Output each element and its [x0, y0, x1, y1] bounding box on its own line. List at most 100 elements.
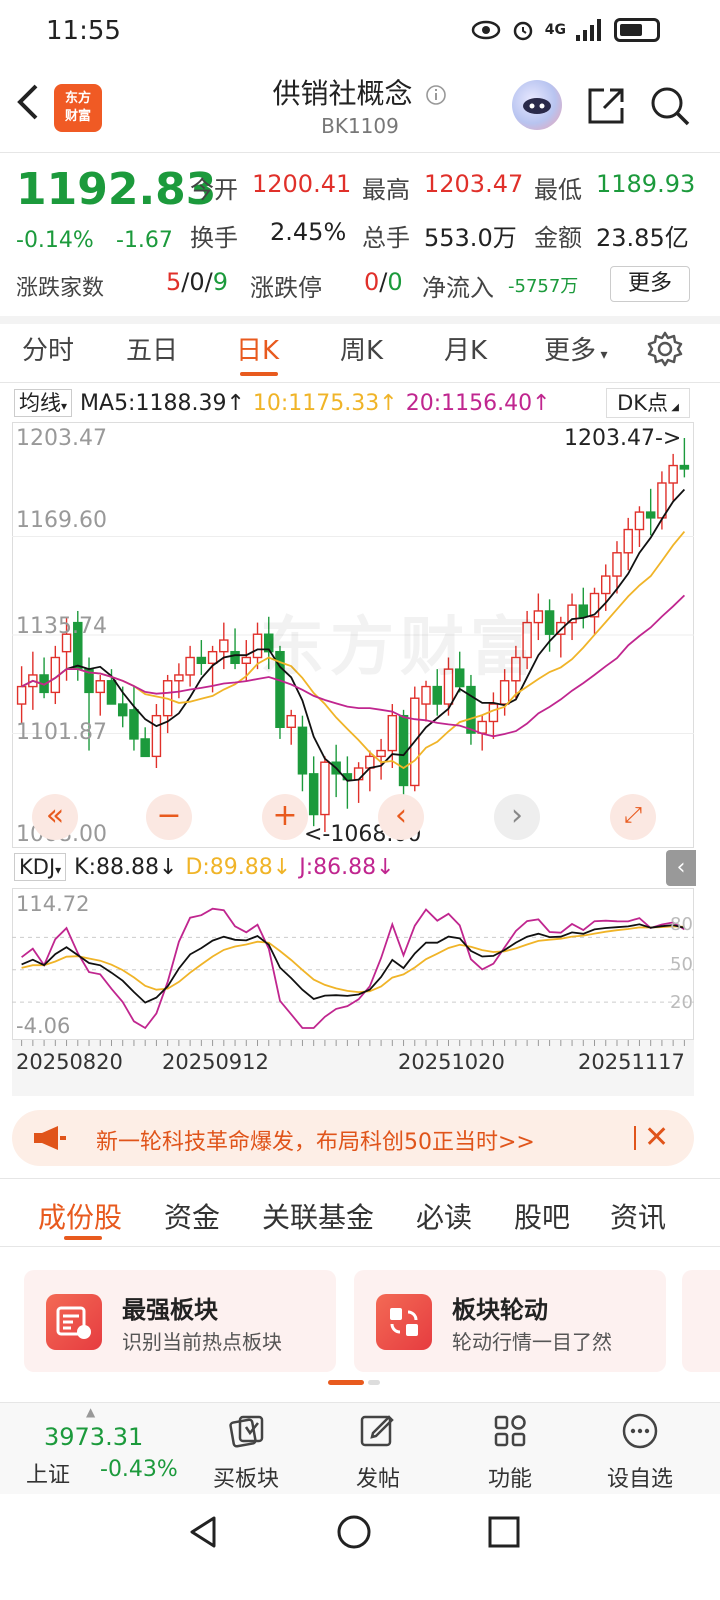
candle: [634, 511, 645, 531]
chevron-left-icon: ‹: [676, 855, 686, 880]
more-dots-icon: [622, 1413, 658, 1449]
candle: [578, 604, 589, 618]
system-nav-bar: [0, 1494, 720, 1600]
limit-values: 0/0: [364, 268, 403, 296]
candle: [219, 639, 229, 653]
kdj-chart[interactable]: [12, 888, 694, 1040]
change-amount: -1.67: [116, 228, 173, 253]
zoom-out-button[interactable]: −: [146, 794, 192, 840]
collapse-panel-button[interactable]: ‹: [666, 850, 696, 886]
kdj-selector[interactable]: KDJ▾: [14, 853, 67, 881]
candle: [308, 773, 319, 816]
candle: [185, 656, 195, 676]
candle: [376, 749, 386, 758]
add-watchlist-button[interactable]: 设自选: [590, 1411, 690, 1493]
back-button[interactable]: [12, 80, 52, 130]
nav-recents-icon[interactable]: [484, 1512, 524, 1552]
candle: [645, 511, 656, 519]
kdj-j-value: J:86.88↓: [299, 854, 395, 880]
kdj-y-top: 114.72: [16, 892, 90, 916]
divider: [0, 152, 720, 153]
zoom-in-button[interactable]: +: [262, 794, 308, 840]
tab-must-read[interactable]: 必读: [416, 1196, 472, 1236]
candle: [117, 703, 128, 717]
rotation-icon: [376, 1294, 432, 1350]
tab-five-day[interactable]: 五日: [126, 330, 178, 367]
candle: [286, 714, 296, 728]
expand-icon: ⤢: [624, 803, 642, 828]
tab-constituents[interactable]: 成份股: [38, 1196, 122, 1236]
kdj-tick-20: 20: [670, 992, 693, 1013]
scroll-right-button[interactable]: ›: [494, 794, 540, 840]
board-title: 供销社概念: [200, 72, 520, 112]
status-time: 11:55: [46, 16, 121, 46]
fullscreen-button[interactable]: ⤢: [610, 794, 656, 840]
dk-point-button[interactable]: DK点 ◢: [606, 388, 690, 418]
tab-news[interactable]: 资讯: [610, 1196, 666, 1236]
nav-home-icon[interactable]: [334, 1512, 374, 1552]
low-label: 最低: [534, 176, 582, 204]
battery-icon: [614, 18, 660, 42]
active-tab-indicator: [64, 1236, 102, 1240]
kdj-y-bottom: -4.06: [16, 1014, 71, 1038]
signal-icon: [576, 19, 601, 41]
candle: [106, 680, 117, 705]
alarm-icon: [513, 21, 533, 41]
index-value[interactable]: 3973.31: [44, 1423, 143, 1451]
divider: [0, 382, 720, 383]
open-label: 今开: [190, 176, 238, 204]
promo-banner[interactable]: 新一轮科技革命爆发，布局科创50正当时>> ✕: [12, 1110, 694, 1166]
card-strongest-sector[interactable]: 最强板块 识别当前热点板块: [24, 1270, 336, 1372]
kdj-k-value: K:88.88↓: [74, 854, 178, 880]
tab-forum[interactable]: 股吧: [514, 1196, 570, 1236]
search-icon[interactable]: [648, 84, 692, 128]
date-label: 20251020: [398, 1050, 505, 1074]
share-icon[interactable]: [584, 84, 628, 128]
kdj-d-value: D:89.88↓: [185, 854, 292, 880]
index-change: -0.43%: [100, 1457, 178, 1482]
low-value: 1189.93: [596, 170, 696, 198]
date-label: 20250912: [162, 1050, 269, 1074]
tab-monthly-k[interactable]: 月K: [444, 330, 487, 367]
info-icon[interactable]: [425, 84, 447, 106]
date-axis: 20250820 20250912 20251020 20251117: [12, 1040, 694, 1096]
kdj-d-line: [21, 925, 685, 994]
tab-intraday[interactable]: 分时: [22, 330, 74, 367]
candle: [151, 714, 162, 758]
candle: [230, 650, 240, 665]
edit-icon: [360, 1415, 394, 1447]
candle: [320, 761, 330, 816]
candle: [387, 714, 398, 752]
assistant-avatar[interactable]: [512, 80, 562, 130]
tab-weekly-k[interactable]: 周K: [340, 330, 383, 367]
buy-sector-button[interactable]: 买板块: [196, 1411, 296, 1493]
candle: [488, 703, 499, 723]
y-label-top: 1203.47: [16, 426, 107, 451]
close-icon[interactable]: ✕: [644, 1120, 669, 1155]
chevron-left-icon: ‹: [395, 798, 407, 833]
post-button[interactable]: 发帖: [328, 1411, 428, 1493]
buy-sector-icon: [229, 1415, 264, 1448]
tab-daily-k[interactable]: 日K: [236, 330, 279, 367]
app-logo[interactable]: 东方 财富: [54, 84, 102, 132]
functions-button[interactable]: 功能: [460, 1411, 560, 1493]
scroll-far-left-button[interactable]: «: [32, 794, 78, 840]
next-card-peek[interactable]: [682, 1270, 720, 1372]
more-button[interactable]: 更多: [610, 266, 690, 302]
y-label-3: 1135.74: [16, 614, 107, 639]
eye-icon: [471, 20, 501, 40]
ma5-value: MA5:1188.39↑: [80, 390, 245, 416]
breadth-label: 涨跌家数: [16, 276, 105, 301]
netflow-value: -5757万: [508, 276, 579, 297]
scroll-left-button[interactable]: ‹: [378, 794, 424, 840]
candle: [174, 674, 184, 682]
tab-more-periods[interactable]: 更多 ▾: [544, 330, 608, 367]
tab-related-funds[interactable]: 关联基金: [262, 1196, 374, 1236]
settings-gear-icon[interactable]: [646, 330, 684, 372]
tab-funds-flow[interactable]: 资金: [164, 1196, 220, 1236]
indicator-selector[interactable]: 均线▾: [14, 389, 73, 417]
expand-caret-icon[interactable]: ▲: [86, 1405, 95, 1419]
high-value: 1203.47: [424, 170, 524, 198]
nav-back-icon[interactable]: [184, 1512, 224, 1552]
card-sector-rotation[interactable]: 板块轮动 轮动行情一目了然: [354, 1270, 666, 1372]
